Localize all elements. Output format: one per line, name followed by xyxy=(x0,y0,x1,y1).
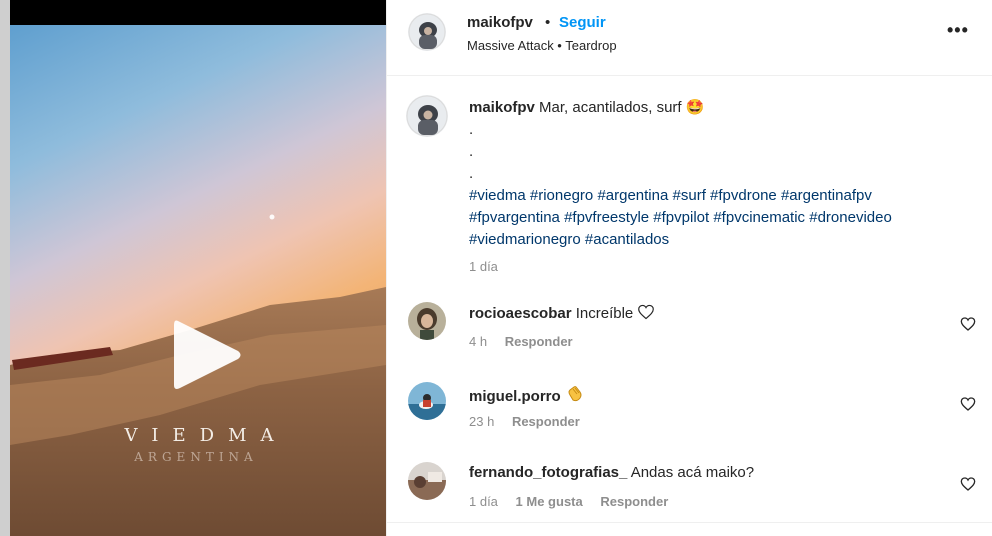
hashtag[interactable]: #fpvfreestyle xyxy=(564,209,649,226)
post-panel: maikofpv • Seguir Massive Attack • Teard… xyxy=(386,0,992,536)
hashtags-line-3: #viedmarionegro #acantilados xyxy=(469,229,979,251)
hashtag[interactable]: #viedmarionegro xyxy=(469,231,581,248)
comment-text: Andas acá maiko? xyxy=(630,464,755,481)
hashtag[interactable]: #surf xyxy=(673,187,706,204)
clapping-hands-emoji-icon xyxy=(568,386,582,402)
caption-dot: . xyxy=(469,121,474,138)
author-username[interactable]: maikofpv xyxy=(467,14,533,31)
hashtags-line-2: #fpvargentina #fpvfreestyle #fpvpilot #f… xyxy=(469,207,979,229)
more-options-icon[interactable]: ••• xyxy=(947,20,969,41)
video-overlay-subtitle: ARGENTINA xyxy=(134,450,258,464)
follow-button[interactable]: Seguir xyxy=(559,14,606,31)
comment-item: rocioaescobar Increíble 4 h Responder xyxy=(387,302,992,382)
hashtag[interactable]: #argentinafpv xyxy=(781,187,872,204)
comment-line: miguel.porro xyxy=(469,384,585,405)
caption-dot: . xyxy=(469,165,474,182)
comment-meta: 23 h Responder xyxy=(469,414,594,429)
caption-dot: . xyxy=(469,143,474,160)
hashtag[interactable]: #rionegro xyxy=(530,187,593,204)
hashtag[interactable]: #argentina xyxy=(597,187,668,204)
caption-text: Mar, acantilados, surf xyxy=(539,99,682,116)
left-edge xyxy=(0,0,10,536)
hashtag[interactable]: #fpvpilot xyxy=(653,209,709,226)
reply-button[interactable]: Responder xyxy=(600,494,668,509)
video-overlay-title: VIEDMA xyxy=(124,425,288,446)
post-video[interactable]: VIEDMA ARGENTINA xyxy=(10,25,386,536)
media-top-bar xyxy=(10,0,386,25)
comment-line: fernando_fotografias_ Andas acá maiko? xyxy=(469,464,754,481)
comment-meta: 4 h Responder xyxy=(469,334,587,349)
hashtag[interactable]: #fpvargentina xyxy=(469,209,560,226)
commenter-avatar[interactable] xyxy=(408,302,446,340)
comment-username[interactable]: fernando_fotografias_ xyxy=(469,464,627,481)
author-avatar[interactable] xyxy=(408,13,446,51)
hashtag[interactable]: #acantilados xyxy=(585,231,669,248)
caption-timestamp[interactable]: 1 día xyxy=(469,259,498,274)
comment-text: Increíble xyxy=(575,305,634,322)
caption-avatar[interactable] xyxy=(406,95,448,137)
commenter-avatar[interactable] xyxy=(408,462,446,500)
comment-username[interactable]: miguel.porro xyxy=(469,388,561,405)
like-comment-heart-icon[interactable] xyxy=(960,316,976,332)
header-separator: • xyxy=(545,14,551,31)
play-icon[interactable] xyxy=(168,315,244,395)
reply-button[interactable]: Responder xyxy=(505,334,573,349)
like-comment-heart-icon[interactable] xyxy=(960,476,976,492)
comment-time[interactable]: 23 h xyxy=(469,414,494,429)
hashtag[interactable]: #viedma xyxy=(469,187,526,204)
comment-time[interactable]: 4 h xyxy=(469,334,487,349)
hashtag[interactable]: #fpvcinematic xyxy=(713,209,805,226)
caption-username[interactable]: maikofpv xyxy=(469,99,535,116)
post-header: maikofpv • Seguir Massive Attack • Teard… xyxy=(387,0,992,76)
like-comment-heart-icon[interactable] xyxy=(960,396,976,412)
comment-item: miguel.porro 23 h Responder xyxy=(387,382,992,462)
audio-track[interactable]: Massive Attack • Teardrop xyxy=(467,38,617,53)
hashtag[interactable]: #dronevideo xyxy=(809,209,892,226)
comment-meta: 1 día 1 Me gusta Responder xyxy=(469,494,682,509)
hashtag[interactable]: #fpvdrone xyxy=(710,187,777,204)
reply-button[interactable]: Responder xyxy=(512,414,580,429)
hashtags-line-1: #viedma #rionegro #argentina #surf #fpvd… xyxy=(469,185,979,207)
caption: maikofpv Mar, acantilados, surf 🤩 . . . … xyxy=(469,97,979,251)
comment-likes[interactable]: 1 Me gusta xyxy=(516,494,583,509)
white-heart-emoji-icon xyxy=(638,304,655,320)
comment-line: rocioaescobar Increíble xyxy=(469,304,655,322)
comment-item: fernando_fotografias_ Andas acá maiko? 1… xyxy=(387,462,992,536)
star-struck-emoji: 🤩 xyxy=(685,99,705,116)
comment-username[interactable]: rocioaescobar xyxy=(469,305,572,322)
divider xyxy=(387,522,992,523)
comment-time[interactable]: 1 día xyxy=(469,494,498,509)
commenter-avatar[interactable] xyxy=(408,382,446,420)
